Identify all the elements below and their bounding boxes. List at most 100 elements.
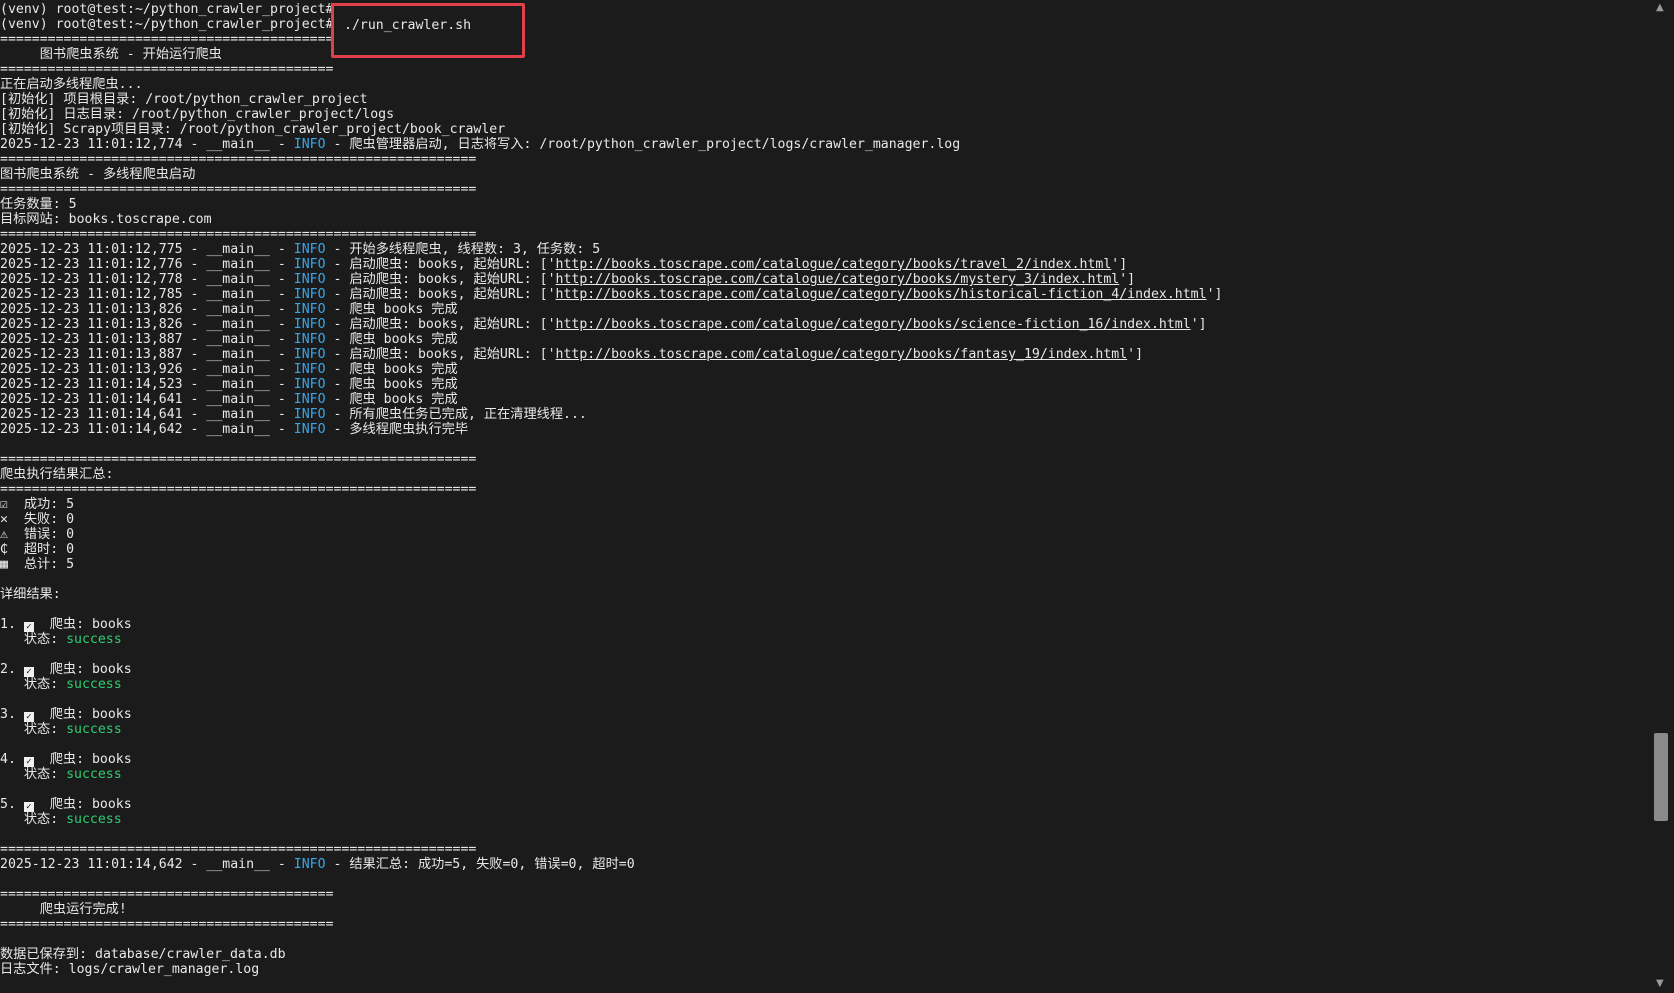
status-label: 状态:	[0, 632, 67, 647]
summary-icon: ⚠	[0, 527, 8, 542]
log-line: 2025-12-23 11:01:12,775 - __main__ - INF…	[0, 242, 1650, 257]
init-line: [初始化] 项目根目录: /root/python_crawler_projec…	[0, 92, 1650, 107]
status-label: 状态:	[0, 722, 67, 737]
vertical-scrollbar[interactable]: ▲ ▼	[1650, 0, 1674, 991]
log-tail: ']	[1119, 272, 1136, 287]
summary-icon: ▦	[0, 557, 8, 572]
separator-text: ========================================…	[0, 62, 334, 77]
separator: ========================================…	[0, 62, 1650, 77]
detail-spider-row: 5. ✓ 爬虫: books	[0, 797, 1650, 812]
log-message: - 爬虫管理器启动, 日志将写入: /root/python_crawler_p…	[325, 137, 961, 152]
starting-text: 正在启动多线程爬虫...	[0, 77, 143, 92]
detail-spider-row: 4. ✓ 爬虫: books	[0, 752, 1650, 767]
detail-number: 4.	[0, 752, 24, 767]
summary-icon: ₵	[0, 542, 8, 557]
separator: ========================================…	[0, 152, 1650, 167]
summary-title-text: 爬虫执行结果汇总:	[0, 467, 114, 482]
log-message: - 爬虫 books 完成	[325, 302, 458, 317]
summary-title: 爬虫执行结果汇总:	[0, 467, 1650, 482]
log-url-link[interactable]: http://books.toscrape.com/catalogue/cate…	[556, 272, 1120, 287]
log-line: 2025-12-23 11:01:12,785 - __main__ - INF…	[0, 287, 1650, 302]
status-value: success	[66, 722, 122, 737]
log-tail: ']	[1111, 257, 1128, 272]
log-url-link[interactable]: http://books.toscrape.com/catalogue/cate…	[556, 347, 1128, 362]
log-level: INFO	[293, 392, 326, 407]
separator-text: ========================================…	[0, 917, 334, 932]
terminal-output[interactable]: (venv) root@test:~/python_crawler_projec…	[0, 0, 1650, 993]
log-level: INFO	[293, 287, 326, 302]
log-level: INFO	[293, 272, 326, 287]
log-level: INFO	[293, 302, 326, 317]
summary-icon: ☑	[0, 497, 8, 512]
detail-spider: 爬虫: books	[33, 662, 132, 677]
system-title: 图书爬虫系统 - 多线程爬虫启动	[0, 167, 1650, 182]
detail-spider: 爬虫: books	[33, 707, 132, 722]
checkbox-icon: ✓	[23, 802, 34, 812]
summary-row: ▦ 总计: 5	[0, 557, 1650, 572]
log-message: - 所有爬虫任务已完成, 正在清理线程...	[325, 407, 587, 422]
banner-title-text: 图书爬虫系统 - 开始运行爬虫	[0, 47, 222, 62]
init-text: [初始化] 项目根目录: /root/python_crawler_projec…	[0, 92, 368, 107]
log-tail: ']	[1206, 287, 1223, 302]
status-label: 状态:	[0, 767, 67, 782]
separator-text: ========================================…	[0, 182, 477, 197]
log-timestamp: 2025-12-23 11:01:13,887 - __main__ -	[0, 347, 294, 362]
detail-status-row: 状态: success	[0, 767, 1650, 782]
log-line: 2025-12-23 11:01:13,926 - __main__ - INF…	[0, 362, 1650, 377]
log-message: - 爬虫 books 完成	[325, 332, 458, 347]
log-message: - 启动爬虫: books, 起始URL: ['	[325, 287, 556, 302]
separator-text: ========================================…	[0, 152, 477, 167]
log-timestamp: 2025-12-23 11:01:12,776 - __main__ -	[0, 257, 294, 272]
log-timestamp: 2025-12-23 11:01:14,523 - __main__ -	[0, 377, 294, 392]
summary-text: 超时: 0	[7, 542, 75, 557]
log-timestamp: 2025-12-23 11:01:14,642 - __main__ -	[0, 857, 294, 872]
system-title-text: 图书爬虫系统 - 多线程爬虫启动	[0, 167, 196, 182]
summary-row: ☑ 成功: 5	[0, 497, 1650, 512]
log-message: - 结果汇总: 成功=5, 失败=0, 错误=0, 超时=0	[325, 857, 635, 872]
log-level: INFO	[293, 347, 326, 362]
detail-status-row: 状态: success	[0, 677, 1650, 692]
log-level: INFO	[293, 242, 326, 257]
command-text: ./run_crawler.sh	[344, 18, 472, 33]
separator: ========================================…	[0, 482, 1650, 497]
init-text: [初始化] 日志目录: /root/python_crawler_project…	[0, 107, 395, 122]
shell-prompt: (venv) root@test:~/python_crawler_projec…	[0, 2, 334, 17]
log-line: 2025-12-23 11:01:13,826 - __main__ - INF…	[0, 317, 1650, 332]
log-timestamp: 2025-12-23 11:01:12,785 - __main__ -	[0, 287, 294, 302]
log-message: - 爬虫 books 完成	[325, 362, 458, 377]
detail-spider-row: 2. ✓ 爬虫: books	[0, 662, 1650, 677]
log-message: - 爬虫 books 完成	[325, 377, 458, 392]
separator: ========================================…	[0, 227, 1650, 242]
prompt-line: (venv) root@test:~/python_crawler_projec…	[0, 2, 1650, 17]
saved-db-text: 数据已保存到: database/crawler_data.db	[0, 947, 286, 962]
log-timestamp: 2025-12-23 11:01:12,778 - __main__ -	[0, 272, 294, 287]
summary-text: 失败: 0	[7, 512, 75, 527]
log-tail: ']	[1127, 347, 1144, 362]
log-level: INFO	[293, 362, 326, 377]
scroll-down-icon[interactable]: ▼	[1656, 978, 1664, 989]
checkbox-icon: ✓	[23, 712, 34, 722]
scroll-thumb[interactable]	[1654, 733, 1668, 821]
detail-status-row: 状态: success	[0, 812, 1650, 827]
target-site-text: 目标网站: books.toscrape.com	[0, 212, 212, 227]
summary-row: ✕ 失败: 0	[0, 512, 1650, 527]
log-url-link[interactable]: http://books.toscrape.com/catalogue/cate…	[556, 317, 1191, 332]
log-url-link[interactable]: http://books.toscrape.com/catalogue/cate…	[556, 257, 1112, 272]
done-title-text: 爬虫运行完成!	[0, 902, 127, 917]
log-tail: ']	[1190, 317, 1207, 332]
log-level: INFO	[293, 332, 326, 347]
log-message: - 启动爬虫: books, 起始URL: ['	[325, 272, 556, 287]
log-url-link[interactable]: http://books.toscrape.com/catalogue/cate…	[556, 287, 1207, 302]
prompt-line: (venv) root@test:~/python_crawler_projec…	[0, 17, 1650, 32]
scroll-up-icon[interactable]: ▲	[1656, 2, 1664, 13]
log-line: 2025-12-23 11:01:14,641 - __main__ - INF…	[0, 407, 1650, 422]
detail-number: 1.	[0, 617, 24, 632]
summary-icon: ✕	[0, 512, 8, 527]
log-message: - 启动爬虫: books, 起始URL: ['	[325, 347, 556, 362]
detail-spider: 爬虫: books	[33, 797, 132, 812]
